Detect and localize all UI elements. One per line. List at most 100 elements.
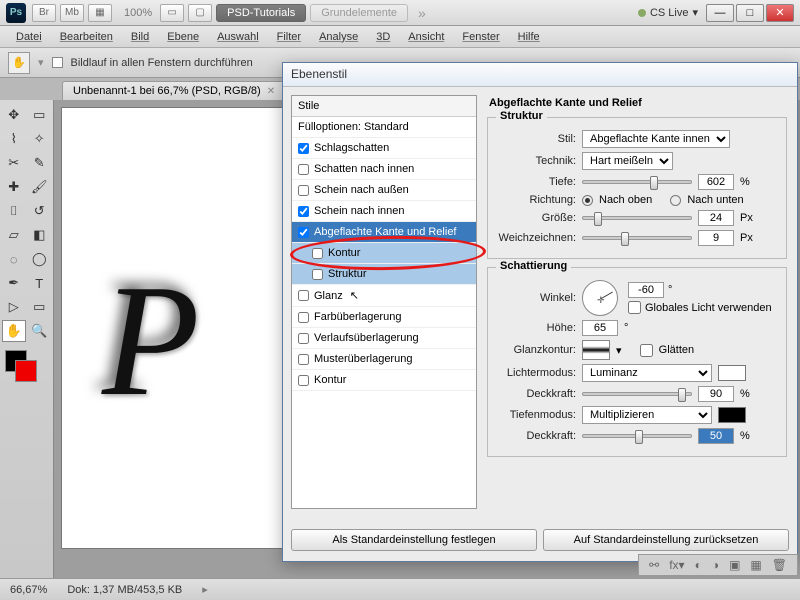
menu-hilfe[interactable]: Hilfe: [510, 29, 548, 45]
style-satin[interactable]: Glanz↖: [292, 285, 476, 307]
dialog-title: Ebenenstil: [283, 63, 797, 87]
lasso-tool[interactable]: ⌇: [2, 128, 26, 150]
menu-analyse[interactable]: Analyse: [311, 29, 366, 45]
menu-ansicht[interactable]: Ansicht: [400, 29, 452, 45]
status-zoom[interactable]: 66,67%: [10, 584, 47, 596]
menu-3d[interactable]: 3D: [368, 29, 398, 45]
minibridge-button[interactable]: Mb: [60, 4, 84, 22]
style-pattern-overlay[interactable]: Musterüberlagerung: [292, 349, 476, 370]
stamp-tool[interactable]: ⌷: [2, 200, 26, 222]
workspace-active[interactable]: PSD-Tutorials: [216, 4, 306, 22]
link-icon[interactable]: ⚯: [649, 558, 659, 572]
adjustment-icon[interactable]: ◑: [712, 558, 719, 572]
workspace-more-icon[interactable]: »: [418, 5, 426, 21]
angle-input[interactable]: [628, 282, 664, 298]
style-list-header[interactable]: Stile: [292, 96, 476, 117]
crop-tool[interactable]: ✂: [2, 152, 26, 174]
viewextra-button[interactable]: ▦: [88, 4, 112, 22]
workspace-other[interactable]: Grundelemente: [310, 4, 408, 22]
document-tab[interactable]: Unbenannt-1 bei 66,7% (PSD, RGB/8) ✕: [62, 81, 286, 100]
style-bevel[interactable]: Abgeflachte Kante und Relief: [292, 222, 476, 243]
arrange-button[interactable]: ▭: [160, 4, 184, 22]
mask-icon[interactable]: ◐: [695, 558, 702, 572]
window-maximize[interactable]: □: [736, 4, 764, 22]
shape-tool[interactable]: ▭: [28, 296, 52, 318]
pen-tool[interactable]: ✒: [2, 272, 26, 294]
highlight-opacity-slider[interactable]: [582, 392, 692, 396]
menu-bild[interactable]: Bild: [123, 29, 157, 45]
wand-tool[interactable]: ✧: [28, 128, 52, 150]
new-layer-icon[interactable]: ▦: [750, 558, 761, 572]
color-swatches[interactable]: [2, 350, 51, 390]
status-docsize[interactable]: Dok: 1,37 MB/453,5 KB: [67, 584, 182, 596]
style-bevel-texture[interactable]: Struktur: [292, 264, 476, 285]
menu-datei[interactable]: Datei: [8, 29, 50, 45]
window-minimize[interactable]: —: [706, 4, 734, 22]
cslive-menu[interactable]: CS Live▾: [638, 6, 698, 19]
dir-up-radio[interactable]: [582, 195, 593, 206]
soften-slider[interactable]: [582, 236, 692, 240]
fx-icon[interactable]: fx▾: [669, 558, 684, 572]
style-inner-shadow[interactable]: Schatten nach innen: [292, 159, 476, 180]
brush-tool[interactable]: 🖌: [28, 176, 52, 198]
marquee-tool[interactable]: ▭: [28, 104, 52, 126]
depth-input[interactable]: [698, 174, 734, 190]
menu-filter[interactable]: Filter: [269, 29, 309, 45]
altitude-input[interactable]: [582, 320, 618, 336]
trash-icon[interactable]: 🗑: [772, 558, 787, 572]
hand-tool[interactable]: ✋: [2, 320, 26, 342]
path-tool[interactable]: ▷: [2, 296, 26, 318]
type-tool[interactable]: T: [28, 272, 52, 294]
global-light-checkbox[interactable]: [628, 301, 641, 314]
soften-input[interactable]: [698, 230, 734, 246]
gradient-tool[interactable]: ◧: [28, 224, 52, 246]
style-color-overlay[interactable]: Farbüberlagerung: [292, 307, 476, 328]
depth-slider[interactable]: [582, 180, 692, 184]
shadow-opacity-slider[interactable]: [582, 434, 692, 438]
menu-bearbeiten[interactable]: Bearbeiten: [52, 29, 121, 45]
shadow-color[interactable]: [718, 407, 746, 423]
angle-dial[interactable]: ✛: [582, 280, 618, 316]
hand-tool-icon[interactable]: ✋: [8, 52, 30, 74]
folder-icon[interactable]: ▣: [729, 558, 740, 572]
bridge-button[interactable]: Br: [32, 4, 56, 22]
shadow-opacity-input[interactable]: [698, 428, 734, 444]
highlight-color[interactable]: [718, 365, 746, 381]
fill-options-row[interactable]: Fülloptionen: Standard: [292, 117, 476, 138]
zoom-readout[interactable]: 100%: [124, 7, 152, 19]
technique-select[interactable]: Hart meißeln: [582, 152, 673, 170]
style-inner-glow[interactable]: Schein nach innen: [292, 201, 476, 222]
style-outer-glow[interactable]: Schein nach außen: [292, 180, 476, 201]
size-slider[interactable]: [582, 216, 692, 220]
dodge-tool[interactable]: ◯: [28, 248, 52, 270]
eyedropper-tool[interactable]: ✎: [28, 152, 52, 174]
eraser-tool[interactable]: ▱: [2, 224, 26, 246]
zoom-tool[interactable]: 🔍: [28, 320, 52, 342]
dir-down-radio[interactable]: [670, 195, 681, 206]
size-input[interactable]: [698, 210, 734, 226]
make-default-button[interactable]: Als Standardeinstellung festlegen: [291, 529, 537, 551]
move-tool[interactable]: ✥: [2, 104, 26, 126]
style-bevel-contour[interactable]: Kontur: [292, 243, 476, 264]
scroll-all-checkbox[interactable]: [52, 57, 63, 68]
blur-tool[interactable]: ◌: [2, 248, 26, 270]
style-select[interactable]: Abgeflachte Kante innen: [582, 130, 730, 148]
gloss-contour-picker[interactable]: [582, 340, 610, 360]
screenmode-button[interactable]: ▢: [188, 4, 212, 22]
antialias-checkbox[interactable]: [640, 344, 653, 357]
window-close[interactable]: ✕: [766, 4, 794, 22]
style-stroke[interactable]: Kontur: [292, 370, 476, 391]
close-doc-icon[interactable]: ✕: [267, 86, 275, 97]
highlight-opacity-input[interactable]: [698, 386, 734, 402]
menu-auswahl[interactable]: Auswahl: [209, 29, 267, 45]
menu-ebene[interactable]: Ebene: [159, 29, 207, 45]
shadow-mode-select[interactable]: Multiplizieren: [582, 406, 712, 424]
background-swatch[interactable]: [15, 360, 37, 382]
reset-default-button[interactable]: Auf Standardeinstellung zurücksetzen: [543, 529, 789, 551]
style-gradient-overlay[interactable]: Verlaufsüberlagerung: [292, 328, 476, 349]
highlight-mode-select[interactable]: Luminanz: [582, 364, 712, 382]
history-brush-tool[interactable]: ↺: [28, 200, 52, 222]
style-drop-shadow[interactable]: Schlagschatten: [292, 138, 476, 159]
menu-fenster[interactable]: Fenster: [454, 29, 507, 45]
heal-tool[interactable]: ✚: [2, 176, 26, 198]
